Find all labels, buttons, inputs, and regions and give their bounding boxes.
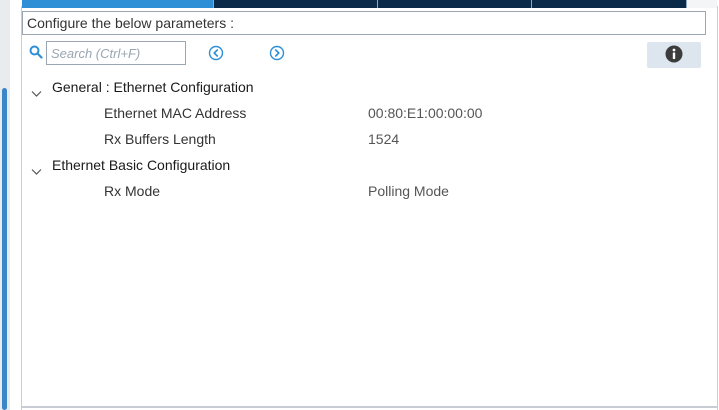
group-label: Ethernet Basic Configuration: [52, 157, 231, 173]
left-scrollbar[interactable]: [2, 88, 7, 410]
param-row[interactable]: Rx Buffers Length 1524: [22, 128, 706, 154]
tab-strip-end: [687, 0, 717, 8]
param-value[interactable]: 1524: [368, 128, 399, 150]
parameter-tree: General : Ethernet Configuration Etherne…: [22, 76, 706, 206]
param-value[interactable]: 00:80:E1:00:00:00: [368, 102, 482, 124]
param-name: Ethernet MAC Address: [104, 105, 247, 121]
circle-chevron-right-icon[interactable]: [269, 45, 285, 61]
search-input[interactable]: [46, 41, 186, 65]
tab-active[interactable]: [22, 0, 214, 8]
tab-strip: [22, 0, 687, 8]
tree-group[interactable]: Ethernet Basic Configuration: [22, 154, 706, 180]
search-icon[interactable]: [29, 45, 43, 59]
group-label: General : Ethernet Configuration: [52, 79, 254, 95]
tab[interactable]: [214, 0, 378, 8]
chevron-down-icon[interactable]: [31, 82, 42, 97]
panel-border-right: [717, 6, 718, 410]
panel-bottom-border: [21, 406, 718, 408]
param-name: Rx Buffers Length: [104, 131, 216, 147]
info-icon: [665, 45, 683, 66]
circle-chevron-left-icon[interactable]: [208, 45, 224, 61]
param-row[interactable]: Ethernet MAC Address 00:80:E1:00:00:00: [22, 102, 706, 128]
config-header: Configure the below parameters :: [22, 11, 706, 35]
param-value[interactable]: Polling Mode: [368, 180, 449, 202]
tab[interactable]: [378, 0, 532, 8]
tree-group[interactable]: General : Ethernet Configuration: [22, 76, 706, 102]
info-button[interactable]: [647, 42, 701, 68]
tab[interactable]: [532, 0, 687, 8]
panel-border-left: [21, 6, 22, 410]
param-row[interactable]: Rx Mode Polling Mode: [22, 180, 706, 206]
param-name: Rx Mode: [104, 183, 161, 199]
chevron-down-icon[interactable]: [31, 160, 42, 175]
